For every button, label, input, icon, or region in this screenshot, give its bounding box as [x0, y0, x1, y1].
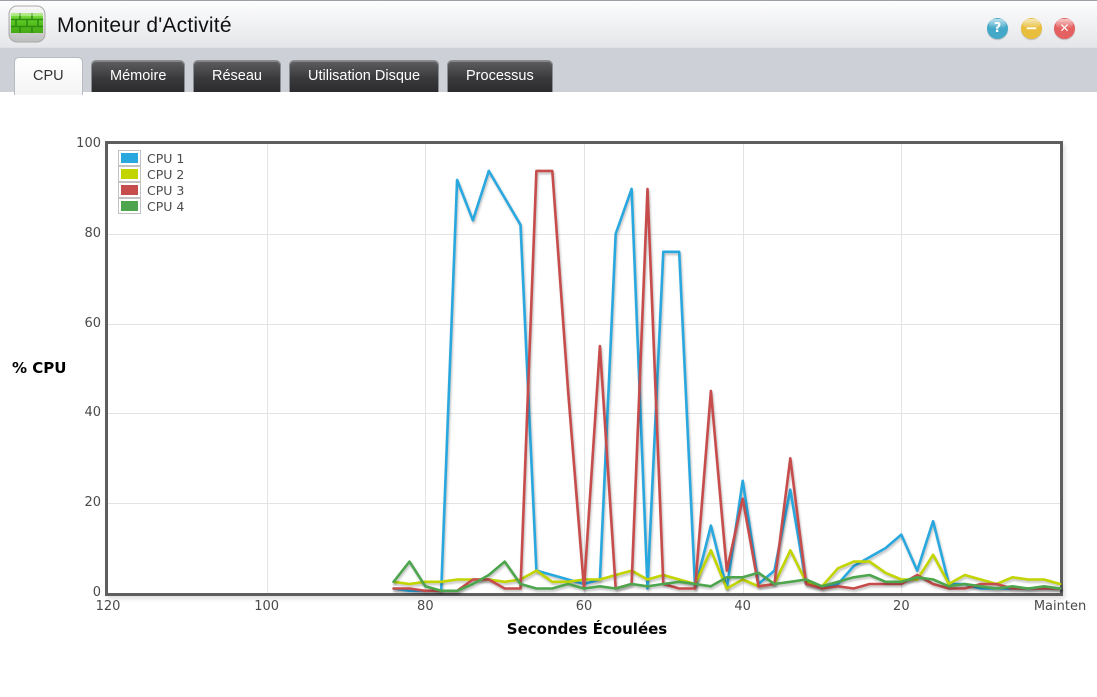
x-axis-tick-label: 20 — [893, 599, 910, 614]
window-title: Moniteur d'Activité — [57, 14, 232, 37]
tab-utilisation-disque[interactable]: Utilisation Disque — [289, 60, 440, 92]
close-icon: ✕ — [1059, 21, 1070, 35]
tab-processus[interactable]: Processus — [447, 60, 553, 92]
close-button[interactable]: ✕ — [1054, 18, 1075, 39]
help-button[interactable]: ? — [987, 18, 1008, 39]
legend-item-cpu-1: CPU 1 — [118, 150, 184, 166]
minimize-icon: − — [1025, 19, 1038, 37]
series-lines — [392, 169, 1062, 593]
y-axis-tick-label: 40 — [84, 405, 101, 421]
y-axis-tick-label: 100 — [76, 136, 101, 151]
legend-item-cpu-4: CPU 4 — [118, 198, 184, 214]
plot-area: CPU 1 CPU 2 CPU 3 CPU 4 — [105, 141, 1063, 596]
x-axis-tick-label: Mainten — [1033, 599, 1087, 614]
x-axis-tick-label: 40 — [734, 599, 751, 614]
legend-swatch — [118, 182, 141, 198]
legend-swatch — [118, 150, 141, 166]
x-axis-tick-label: 120 — [95, 599, 121, 614]
y-axis-tick-label: 0 — [92, 585, 101, 600]
y-axis-title: % CPU — [12, 359, 67, 377]
tab-m-moire[interactable]: Mémoire — [91, 60, 186, 92]
legend-label: CPU 1 — [147, 150, 185, 166]
x-axis-tick-label: 100 — [254, 599, 280, 614]
tab-r-seau[interactable]: Réseau — [193, 60, 281, 92]
x-axis-tick-label: 60 — [575, 599, 593, 614]
y-axis-tick-label: 20 — [84, 495, 101, 511]
help-icon: ? — [993, 21, 1002, 36]
y-axis-tick-label: 60 — [84, 315, 101, 331]
legend-label: CPU 2 — [147, 166, 185, 182]
legend-item-cpu-2: CPU 2 — [118, 166, 184, 182]
legend-label: CPU 3 — [147, 182, 185, 198]
x-axis-tick-label: 80 — [417, 599, 434, 614]
legend-item-cpu-3: CPU 3 — [118, 182, 184, 198]
legend-label: CPU 4 — [147, 198, 185, 214]
series-line-cpu-3 — [392, 169, 1062, 593]
y-axis-tick-label: 80 — [84, 225, 101, 241]
tab-cpu[interactable]: CPU — [14, 57, 83, 95]
chart-legend: CPU 1 CPU 2 CPU 3 CPU 4 — [118, 150, 184, 214]
legend-swatch — [118, 198, 141, 214]
x-axis-title: Secondes Écoulées — [506, 620, 668, 638]
legend-swatch — [118, 166, 141, 182]
series-line-cpu-1 — [392, 169, 1062, 593]
app-icon — [8, 5, 46, 43]
activity-monitor-window: Moniteur d'Activité ? − ✕ CPU Mémoire Rése… — [0, 0, 1097, 697]
window-titlebar: Moniteur d'Activité ? − ✕ — [0, 0, 1097, 47]
minimize-button[interactable]: − — [1021, 18, 1042, 39]
tab-bar: CPU Mémoire Réseau Utilisation Disque Proces… — [0, 47, 1097, 95]
